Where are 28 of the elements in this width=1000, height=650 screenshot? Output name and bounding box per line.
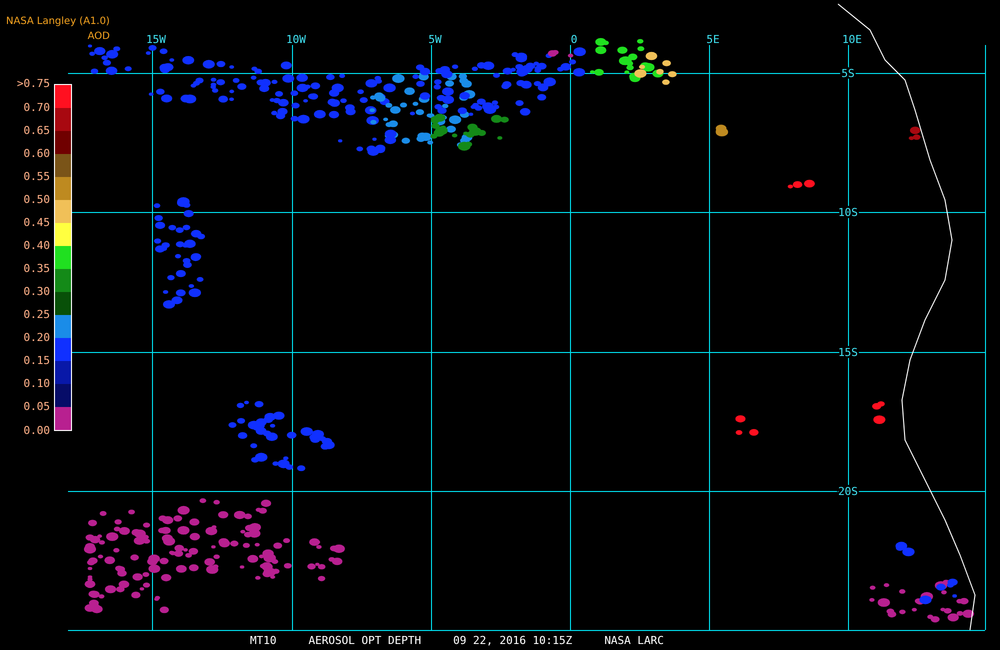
variable-label: AOD [88, 31, 110, 43]
legend-label: 0.40 [22, 241, 50, 254]
legend-label: 0.50 [22, 195, 50, 208]
legend-label: 0.70 [22, 103, 50, 116]
caption-text: MT10 [250, 634, 276, 648]
legend-label: 0.15 [22, 356, 50, 369]
longitude-label: 10E [842, 33, 862, 46]
legend-label: 0.25 [22, 310, 50, 323]
legend-label: 0.00 [22, 426, 50, 439]
legend-label: 0.55 [22, 172, 50, 185]
caption-text: AEROSOL OPT DEPTH [308, 634, 422, 648]
caption-text: 09 22, 2016 10:15Z [453, 634, 572, 648]
longitude-label: 10W [286, 33, 306, 46]
legend-label: 0.65 [22, 126, 50, 139]
legend-label: 0.20 [22, 333, 50, 346]
longitude-label: 5E [706, 33, 720, 46]
longitude-label: 0 [570, 33, 578, 46]
legend-label: 0.30 [22, 287, 50, 300]
source-title: NASA Langley (A1.0) [6, 16, 110, 28]
legend-label: 0.10 [22, 379, 50, 392]
longitude-label: 5W [428, 33, 442, 46]
legend-label: 0.45 [22, 218, 50, 231]
legend-label: 0.35 [22, 264, 50, 277]
legend-label: 0.60 [22, 149, 50, 162]
longitude-label: 15W [146, 33, 166, 46]
caption-text: NASA LARC [604, 634, 664, 648]
legend-label: >0.75 [16, 79, 50, 92]
legend-label: 0.05 [22, 402, 50, 415]
